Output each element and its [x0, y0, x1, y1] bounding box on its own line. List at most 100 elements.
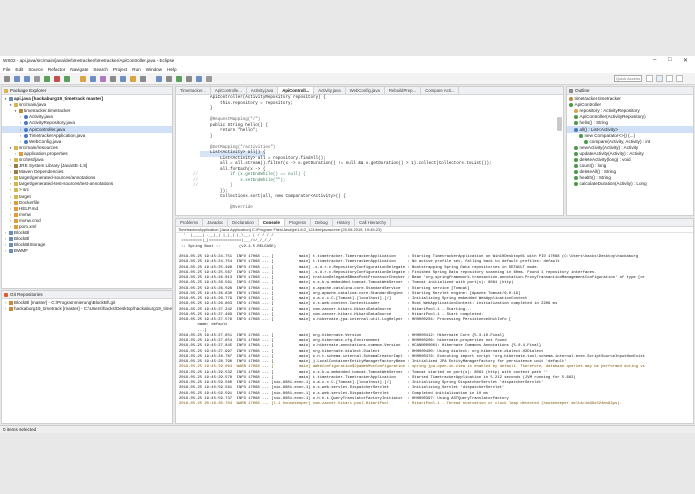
editor-tab[interactable]: Activity.java	[247, 87, 279, 94]
expand-arrow-icon[interactable]: ›	[4, 236, 7, 242]
expand-arrow-icon[interactable]: ▾	[14, 108, 17, 114]
toolbar-tool-icon[interactable]	[80, 76, 86, 82]
toolbar-tool-icon[interactable]	[64, 76, 70, 82]
expand-arrow-icon[interactable]: ›	[9, 157, 12, 163]
console-tab[interactable]: History	[333, 219, 356, 226]
editor-tab[interactable]: Compare Acti...	[421, 87, 460, 94]
toolbar-tool-icon[interactable]	[14, 76, 20, 82]
expand-arrow-icon[interactable]: ›	[9, 169, 12, 175]
expand-arrow-icon[interactable]: ›	[9, 175, 12, 181]
toolbar-tool-icon[interactable]	[176, 76, 182, 82]
editor-tab[interactable]: WebConfig.java	[346, 87, 385, 94]
expand-arrow-icon[interactable]: ›	[9, 218, 12, 224]
editor-tab[interactable]: RebuildPrep...	[385, 87, 422, 94]
toolbar-tool-icon[interactable]	[206, 76, 212, 82]
expand-arrow-icon[interactable]: ›	[9, 181, 12, 187]
editor-tab[interactable]: ApiControll...	[278, 87, 315, 94]
toolbar-tool-icon[interactable]	[140, 76, 146, 82]
toolbar-tool-icon[interactable]	[44, 76, 50, 82]
toolbar-tool-icon[interactable]	[110, 76, 116, 82]
console-tab[interactable]: Debug	[311, 219, 333, 226]
toolbar-tool-icon[interactable]	[156, 76, 162, 82]
expand-arrow-icon[interactable]: ›	[9, 200, 12, 206]
editor-tab[interactable]: ApiControlle...	[211, 87, 247, 94]
menu-item-project[interactable]: Project	[113, 67, 127, 72]
expand-arrow-icon[interactable]: ›	[4, 230, 7, 236]
editor-tab[interactable]: Activity.java	[314, 87, 346, 94]
tree-item-label: api.java [hackaburg19_timetrack master]	[14, 96, 103, 102]
menu-item-source[interactable]: Source	[28, 67, 43, 72]
toolbar-tool-icon[interactable]	[166, 76, 172, 82]
toolbar-tool-icon[interactable]	[24, 76, 30, 82]
code-editor[interactable]: ApiController(ActivityRepository reposit…	[176, 95, 563, 212]
menu-item-window[interactable]: Window	[146, 67, 162, 72]
member-icon	[579, 133, 583, 138]
folder-icon	[13, 182, 18, 187]
menu-item-navigate[interactable]: Navigate	[70, 67, 88, 72]
expand-arrow-icon[interactable]: ›	[9, 187, 12, 193]
menu-item-search[interactable]: Search	[93, 67, 108, 72]
menu-item-refactor[interactable]: Refactor	[48, 67, 65, 72]
console-tab[interactable]: Console	[258, 219, 285, 226]
console-tab[interactable]: Declaration	[228, 219, 259, 226]
toolbar-tool-icon[interactable]	[4, 76, 10, 82]
expand-arrow-icon[interactable]: ›	[4, 300, 7, 306]
expand-arrow-icon[interactable]: ›	[9, 224, 12, 230]
toolbar-tool-icon[interactable]	[120, 76, 126, 82]
java-perspective-icon[interactable]	[656, 75, 663, 82]
console-tab[interactable]: Call Hierarchy	[355, 219, 392, 226]
menu-item-help[interactable]: Help	[167, 67, 176, 72]
expand-arrow-icon[interactable]: ▾	[9, 145, 12, 151]
minimize-icon[interactable]: –	[653, 57, 656, 63]
toolbar-tool-icon[interactable]	[196, 76, 202, 82]
close-icon[interactable]: ✕	[683, 57, 688, 64]
expand-arrow-icon[interactable]: ›	[19, 127, 22, 133]
menu-item-edit[interactable]: Edit	[15, 67, 23, 72]
toolbar-tool-icon[interactable]	[186, 76, 192, 82]
console-tab[interactable]: Javadoc	[203, 219, 229, 226]
editor-tab[interactable]: Timetracker...	[176, 87, 211, 94]
console-tab[interactable]: Progress	[285, 219, 312, 226]
toolbar-tool-icon[interactable]	[100, 76, 106, 82]
library-icon	[13, 170, 18, 175]
expand-arrow-icon[interactable]: ›	[19, 120, 22, 126]
tree-item[interactable]: › BWMF	[2, 248, 172, 254]
expand-arrow-icon[interactable]: ›	[14, 151, 17, 157]
expand-arrow-icon[interactable]: ›	[9, 194, 12, 200]
package-explorer-title[interactable]: Package Explorer	[10, 88, 46, 93]
editor-scrollbar-thumb[interactable]	[557, 117, 562, 131]
expand-arrow-icon[interactable]: ›	[4, 306, 7, 312]
expand-arrow-icon[interactable]: ▾	[4, 96, 7, 102]
expand-arrow-icon[interactable]: ›	[9, 163, 12, 169]
maximize-icon[interactable]: □	[668, 57, 672, 63]
git-repositories-title[interactable]: Git Repositories	[10, 292, 43, 297]
tree-item-label: HELP.md	[19, 205, 39, 211]
perspective-open-icon[interactable]	[646, 75, 653, 82]
expand-arrow-icon[interactable]: ›	[19, 133, 22, 139]
folder-icon	[13, 157, 18, 162]
java-file-icon	[23, 121, 28, 126]
git-repo-item[interactable]: › hackaburg19_timetrack [master] - C:\Use…	[2, 306, 172, 312]
debug-perspective-icon[interactable]	[666, 75, 673, 82]
expand-arrow-icon[interactable]: ›	[19, 139, 22, 145]
expand-arrow-icon[interactable]: ›	[4, 248, 7, 254]
outline-item[interactable]: calculateDuration(Activity) : Long	[567, 181, 693, 187]
toolbar-tool-icon[interactable]	[54, 76, 60, 82]
expand-arrow-icon[interactable]: ›	[9, 206, 12, 212]
console-tab[interactable]: Problems	[176, 219, 204, 226]
menu-item-run[interactable]: Run	[132, 67, 140, 72]
tree-item-label: BlockBl	[14, 230, 30, 236]
expand-arrow-icon[interactable]: ›	[9, 212, 12, 218]
toolbar-tool-icon[interactable]	[130, 76, 136, 82]
console-output[interactable]: ' |____| .__|_| |_|_| |_\__, | / / / / =…	[176, 233, 693, 407]
quick-access-input[interactable]: Quick Access	[614, 75, 642, 82]
toolbar-tool-icon[interactable]	[34, 76, 40, 82]
menu-item-file[interactable]: File	[3, 67, 10, 72]
expand-arrow-icon[interactable]: ›	[4, 242, 7, 248]
git-perspective-icon[interactable]	[676, 75, 683, 82]
toolbar-tool-icon[interactable]	[90, 76, 96, 82]
tree-item-label: TimetrackerApplication.java	[29, 132, 86, 138]
outline-title[interactable]: Outline	[575, 88, 590, 93]
expand-arrow-icon[interactable]: ▾	[9, 102, 12, 108]
expand-arrow-icon[interactable]: ›	[19, 114, 22, 120]
